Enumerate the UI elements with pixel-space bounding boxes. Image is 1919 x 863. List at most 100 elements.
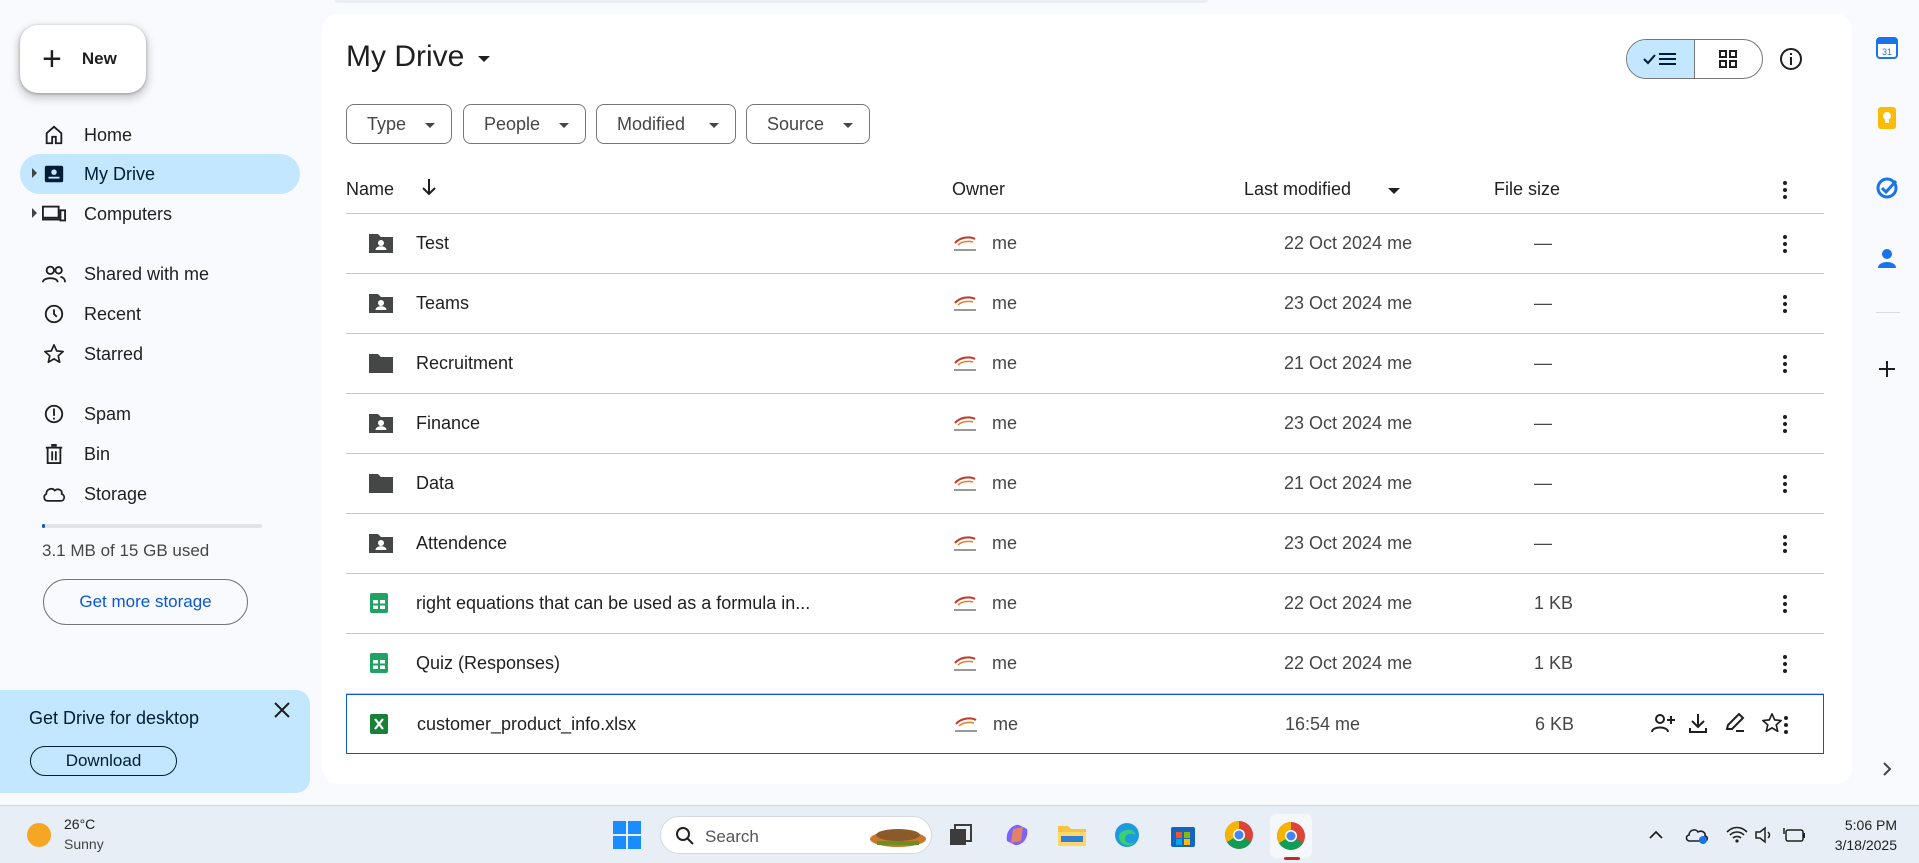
get-more-storage-button[interactable]: Get more storage [43,579,248,625]
more-actions-icon[interactable] [1772,231,1798,257]
filter-people[interactable]: People [463,104,586,144]
sidebar-item-starred[interactable]: Starred [20,334,300,374]
filter-label: Source [767,113,825,134]
sidebar-item-shared-with-me[interactable]: Shared with me [20,254,300,294]
rename-icon[interactable] [1724,712,1750,738]
sidebar-item-recent[interactable]: Recent [20,294,300,334]
google-sheets-icon [368,592,394,616]
filter-modified[interactable]: Modified [596,104,736,144]
contacts-icon[interactable] [1872,243,1902,273]
more-actions-icon[interactable] [1772,291,1798,317]
sidebar-item-storage[interactable]: Storage [20,474,300,514]
sidebar-item-label: Recent [84,303,142,324]
sidebar-item-spam[interactable]: Spam [20,394,300,434]
sort-dropdown-icon[interactable] [1388,188,1400,194]
windows-start-icon[interactable] [612,820,642,850]
taskbar-search[interactable]: Search [660,816,932,854]
file-explorer-icon[interactable] [1056,820,1088,850]
sidebar-item-bin[interactable]: Bin [20,434,300,474]
chevron-up-icon[interactable] [1644,823,1668,847]
keep-icon[interactable] [1872,103,1902,133]
weather-temperature[interactable]: 26°C [64,816,95,832]
shared-folder-icon [368,232,394,256]
table-row[interactable]: Finance me 23 Oct 2024 me — [346,394,1824,454]
more-actions-icon[interactable] [1772,591,1798,617]
calendar-icon[interactable]: 31 [1872,33,1902,63]
column-header-file-size[interactable]: File size [1494,179,1560,200]
column-header-name[interactable]: Name [346,179,394,200]
weather-condition[interactable]: Sunny [64,836,104,852]
add-addon-icon[interactable] [1872,354,1902,384]
page-title-dropdown[interactable]: My Drive [346,40,491,74]
owner-avatar [952,293,978,315]
download-icon[interactable] [1687,712,1713,738]
table-row[interactable]: right equations that can be used as a fo… [346,574,1824,634]
filter-label: Modified [617,113,686,134]
expand-caret-icon[interactable] [32,168,37,178]
more-actions-icon[interactable] [1772,651,1798,677]
sort-arrow-icon[interactable] [420,177,438,202]
file-last-modified: 23 Oct 2024 me [1284,413,1413,433]
table-row[interactable]: Test me 22 Oct 2024 me — [346,214,1824,274]
more-actions-icon[interactable] [1773,712,1799,738]
table-row[interactable]: Quiz (Responses) me 22 Oct 2024 me 1 KB [346,634,1824,694]
owner-avatar [952,413,978,435]
table-row[interactable]: Data me 21 Oct 2024 me — [346,454,1824,514]
table-row[interactable]: customer_product_info.xlsx me 16:54 me 6 KB [346,694,1824,754]
sidebar-item-computers[interactable]: Computers [20,194,300,234]
file-name[interactable]: Recruitment [416,353,513,374]
filter-source[interactable]: Source [746,104,870,144]
new-button[interactable]: + New [20,25,146,93]
battery-icon[interactable] [1782,822,1808,848]
file-name[interactable]: right equations that can be used as a fo… [416,593,810,614]
file-size: 6 KB [1535,714,1575,734]
system-clock[interactable]: 5:06 PM 3/18/2025 [1835,815,1897,855]
shared-folder-icon [368,412,394,436]
microsoft-store-icon[interactable] [1168,820,1198,850]
file-name[interactable]: Test [416,233,449,254]
info-icon[interactable] [1778,46,1804,72]
storage-usage-bar [42,524,262,528]
expand-caret-icon[interactable] [32,208,37,218]
tasks-icon[interactable] [1872,173,1902,203]
chrome-icon[interactable] [1222,818,1256,852]
volume-icon[interactable] [1752,822,1778,848]
sidebar-item-my-drive[interactable]: My Drive [20,154,300,194]
list-view-button[interactable] [1627,40,1695,78]
share-icon[interactable] [1651,712,1677,738]
file-owner: me [992,293,1018,313]
more-actions-icon[interactable] [1772,531,1798,557]
download-button[interactable]: Download [30,746,177,776]
wifi-icon[interactable] [1724,822,1750,848]
file-name[interactable]: customer_product_info.xlsx [417,714,636,735]
file-name[interactable]: Finance [416,413,480,434]
grid-view-button[interactable] [1695,40,1763,78]
filter-type[interactable]: Type [346,104,452,144]
file-owner: me [992,473,1018,493]
owner-avatar [952,233,978,255]
more-options-icon[interactable] [1772,177,1798,208]
table-row[interactable]: Attendence me 23 Oct 2024 me — [346,514,1824,574]
table-row[interactable]: Teams me 23 Oct 2024 me — [346,274,1824,334]
file-name[interactable]: Attendence [416,533,507,554]
table-row[interactable]: Recruitment me 21 Oct 2024 me — [346,334,1824,394]
chrome-active-icon[interactable] [1270,814,1312,858]
file-name[interactable]: Data [416,473,454,494]
close-icon[interactable] [270,700,294,724]
search-bar-edge [335,0,1208,3]
expand-panel-chevron-icon[interactable] [1872,754,1902,784]
more-actions-icon[interactable] [1772,351,1798,377]
more-actions-icon[interactable] [1772,411,1798,437]
edge-icon[interactable] [1112,820,1142,850]
more-actions-icon[interactable] [1772,471,1798,497]
file-name[interactable]: Teams [416,293,469,314]
copilot-icon[interactable] [1002,820,1032,850]
sidebar-item-home[interactable]: Home [20,115,300,155]
column-header-last-modified[interactable]: Last modified [1244,179,1351,200]
spam-icon [42,402,66,426]
rail-divider [1876,312,1900,313]
file-name[interactable]: Quiz (Responses) [416,653,560,674]
onedrive-icon[interactable] [1684,822,1710,848]
weather-sun-icon[interactable] [26,822,52,848]
task-view-icon[interactable] [948,822,974,848]
